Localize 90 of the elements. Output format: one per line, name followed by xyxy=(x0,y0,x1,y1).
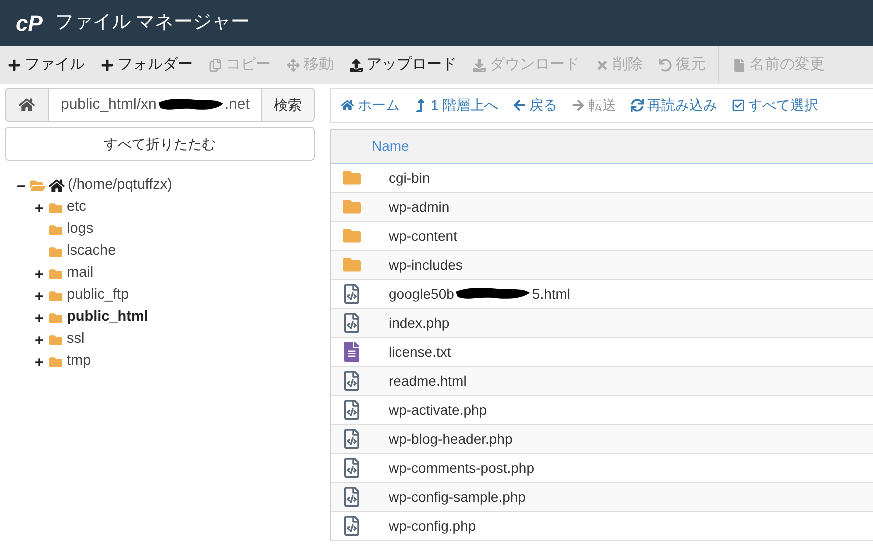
up-arrow-icon xyxy=(414,99,427,112)
code-file-icon xyxy=(343,284,361,304)
nav-button[interactable]: ホーム xyxy=(337,95,404,116)
folder-icon xyxy=(343,198,361,216)
checkbox-icon xyxy=(732,99,745,112)
folder-icon xyxy=(49,202,63,214)
plus-icon[interactable] xyxy=(35,358,44,366)
code-file-icon xyxy=(343,458,361,478)
code-file-icon xyxy=(343,400,361,420)
code-file-icon xyxy=(343,313,361,333)
collapse-all-button[interactable]: すべて折りたたむ xyxy=(5,127,315,161)
close-icon xyxy=(596,58,609,72)
file-name: readme.html xyxy=(389,372,467,390)
folder-icon xyxy=(343,227,361,245)
plus-icon[interactable] xyxy=(35,292,44,300)
folder-icon xyxy=(49,268,63,280)
nav-button[interactable]: 1 階層上へ xyxy=(410,95,503,116)
download-icon xyxy=(473,58,486,72)
tree-item[interactable]: tmp xyxy=(67,351,92,373)
folder-icon xyxy=(49,312,63,324)
toolbar-button[interactable]: ファイル xyxy=(0,46,93,84)
file-name: license.txt xyxy=(389,342,452,362)
reload-icon xyxy=(630,99,644,112)
plus-icon[interactable] xyxy=(35,336,44,344)
file-name: wp-includes xyxy=(389,256,463,275)
home-icon xyxy=(49,178,65,194)
file-name: wp-content xyxy=(389,226,458,246)
file-name: wp-config.php xyxy=(389,516,476,536)
folder-icon xyxy=(49,224,63,236)
home-icon xyxy=(341,99,354,112)
plus-icon[interactable] xyxy=(35,270,44,278)
tree-item[interactable]: public_html xyxy=(67,307,148,329)
search-button[interactable]: 検索 xyxy=(261,88,315,122)
plus-icon[interactable] xyxy=(35,204,44,212)
left-arrow-icon xyxy=(512,99,526,112)
code-file-icon xyxy=(343,487,361,507)
code-file-icon xyxy=(343,429,361,449)
tree-item[interactable]: ssl xyxy=(67,329,85,351)
app-title: ファイル マネージャー xyxy=(54,10,250,35)
tree-item[interactable]: public_ftp xyxy=(67,285,130,307)
path-field[interactable]: public_html/xn .net xyxy=(49,88,261,122)
tree-item[interactable]: logs xyxy=(67,219,94,241)
folder-icon xyxy=(343,169,361,187)
folder-icon xyxy=(49,290,63,302)
file-name: wp-blog-header.php xyxy=(389,430,513,449)
logo: cP xyxy=(16,10,43,38)
code-file-icon xyxy=(343,516,361,536)
nav-button[interactable]: 戻る xyxy=(508,95,562,116)
file-name: wp-comments-post.php xyxy=(389,458,535,478)
folder-icon xyxy=(49,334,63,346)
code-file-icon xyxy=(343,371,361,391)
file-row[interactable]: wp-admin xyxy=(331,193,873,222)
text-file-icon xyxy=(343,342,361,362)
move-arrows-icon xyxy=(287,58,300,72)
tree-item[interactable]: (/home/pqtuffzx) xyxy=(68,175,173,197)
nav-button[interactable]: すべて選択 xyxy=(728,95,823,116)
file-name: wp-admin xyxy=(389,198,450,217)
file-row[interactable]: index.php xyxy=(331,309,873,338)
home-button[interactable] xyxy=(5,88,49,122)
folder-icon xyxy=(49,356,63,368)
right-arrow-icon xyxy=(572,99,585,112)
plus-icon xyxy=(8,58,21,72)
path-end: .net xyxy=(224,94,250,115)
folder-icon xyxy=(343,256,361,274)
file-row[interactable]: wp-blog-header.php xyxy=(331,425,873,454)
path-start: public_html/xn xyxy=(61,94,157,115)
open-folder-icon xyxy=(30,179,46,193)
tree-item[interactable]: etc xyxy=(67,197,86,219)
toolbar-button[interactable]: アップロード xyxy=(342,46,465,84)
plus-icon[interactable] xyxy=(35,314,44,322)
folder-icon xyxy=(49,246,63,258)
file-row[interactable]: wp-config-sample.php xyxy=(331,483,873,512)
file-name: google50b xyxy=(389,284,454,304)
plus-icon xyxy=(101,58,114,72)
nav-button[interactable]: 再読み込み xyxy=(626,95,722,116)
tree-item[interactable]: mail xyxy=(67,263,94,285)
file-name: wp-config-sample.php xyxy=(389,488,526,507)
file-name: index.php xyxy=(389,314,450,333)
upload-icon xyxy=(350,58,363,72)
file-name: wp-activate.php xyxy=(389,400,488,420)
home-icon xyxy=(19,97,35,113)
file-name: cgi-bin xyxy=(389,168,430,188)
tree-item[interactable]: lscache xyxy=(67,241,116,263)
toolbar-button[interactable]: フォルダー xyxy=(93,46,201,84)
copy-icon xyxy=(209,58,222,72)
file-row[interactable]: readme.html xyxy=(331,367,873,396)
file-icon xyxy=(733,58,746,72)
undo-icon xyxy=(659,58,672,72)
file-name-end: 5.html xyxy=(532,284,571,304)
file-row[interactable]: wp-includes xyxy=(331,251,873,280)
